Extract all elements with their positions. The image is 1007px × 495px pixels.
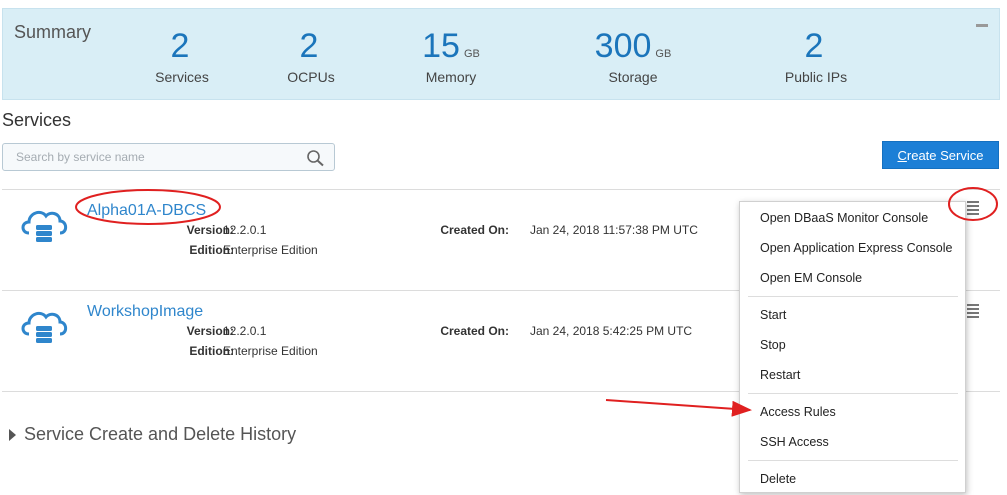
search-icon[interactable] [306, 149, 326, 172]
metric-ocpus: 2 OCPUs [231, 27, 391, 85]
metric-value: 2 [804, 27, 824, 65]
menu-item-open-dbaas-monitor[interactable]: Open DBaaS Monitor Console [760, 211, 928, 225]
menu-item-start[interactable]: Start [760, 308, 786, 322]
menu-item-open-apex[interactable]: Open Application Express Console [760, 241, 952, 255]
menu-item-open-em[interactable]: Open EM Console [760, 271, 862, 285]
metric-label: OCPUs [287, 69, 335, 85]
metric-label: Memory [425, 69, 477, 85]
edition-value: Enterprise Edition [223, 243, 318, 257]
edition-label: Edition: [189, 243, 234, 257]
metric-storage: 300 GB Storage [553, 27, 713, 85]
menu-separator [748, 296, 958, 297]
menu-item-stop[interactable]: Stop [760, 338, 786, 352]
metric-value: 2 [170, 27, 190, 65]
metric-value: 300 [594, 27, 652, 65]
created-on-label: Created On: [440, 324, 509, 338]
database-cloud-icon [19, 207, 69, 252]
metric-memory: 15 GB Memory [371, 27, 531, 85]
metric-label: Storage [608, 69, 658, 85]
create-service-button[interactable]: Create Service [882, 141, 999, 169]
metric-unit: GB [655, 48, 672, 60]
metric-value: 15 [422, 27, 460, 65]
history-section-toggle[interactable]: Service Create and Delete History [9, 424, 296, 445]
menu-item-delete[interactable]: Delete [760, 472, 796, 486]
collapse-icon[interactable] [976, 24, 988, 27]
menu-separator [748, 460, 958, 461]
history-label: Service Create and Delete History [24, 424, 297, 444]
create-service-accesskey: C [897, 147, 907, 163]
metric-public-ips: 2 Public IPs [736, 27, 896, 85]
version-label: Version: [186, 324, 234, 338]
expand-triangle-icon [9, 428, 16, 441]
version-value: 12.2.0.1 [223, 324, 267, 338]
create-service-label: reate Service [906, 147, 984, 163]
metric-label: Public IPs [784, 69, 848, 85]
menu-item-ssh-access[interactable]: SSH Access [760, 435, 829, 449]
menu-item-access-rules[interactable]: Access Rules [760, 405, 836, 419]
metric-value: 2 [299, 27, 319, 65]
version-value: 12.2.0.1 [223, 223, 267, 237]
edition-value: Enterprise Edition [223, 344, 318, 358]
actions-menu-icon[interactable] [966, 200, 980, 221]
search-placeholder: Search by service name [16, 150, 145, 164]
annotation-arrow [605, 399, 752, 417]
page: Summary 2 Services 2 OCPUs 15 GB Memory 3… [0, 0, 1007, 495]
version-label: Version: [186, 223, 234, 237]
metric-unit: GB [463, 48, 480, 60]
service-name-link[interactable]: WorkshopImage [87, 303, 203, 321]
service-actions-menu: Open DBaaS Monitor Console Open Applicat… [739, 201, 966, 493]
actions-menu-icon[interactable] [966, 303, 980, 324]
created-on-label: Created On: [440, 223, 509, 237]
database-cloud-icon [19, 308, 69, 353]
summary-title: Summary [14, 22, 92, 42]
summary-panel: Summary 2 Services 2 OCPUs 15 GB Memory 3… [2, 8, 1000, 100]
service-name-link[interactable]: Alpha01A-DBCS [87, 202, 206, 220]
services-title: Services [2, 110, 72, 130]
created-on-value: Jan 24, 2018 11:57:38 PM UTC [530, 223, 698, 237]
search-input[interactable]: Search by service name [2, 143, 335, 171]
edition-label: Edition: [189, 344, 234, 358]
menu-item-restart[interactable]: Restart [760, 368, 800, 382]
created-on-value: Jan 24, 2018 5:42:25 PM UTC [530, 324, 693, 338]
menu-separator [748, 393, 958, 394]
